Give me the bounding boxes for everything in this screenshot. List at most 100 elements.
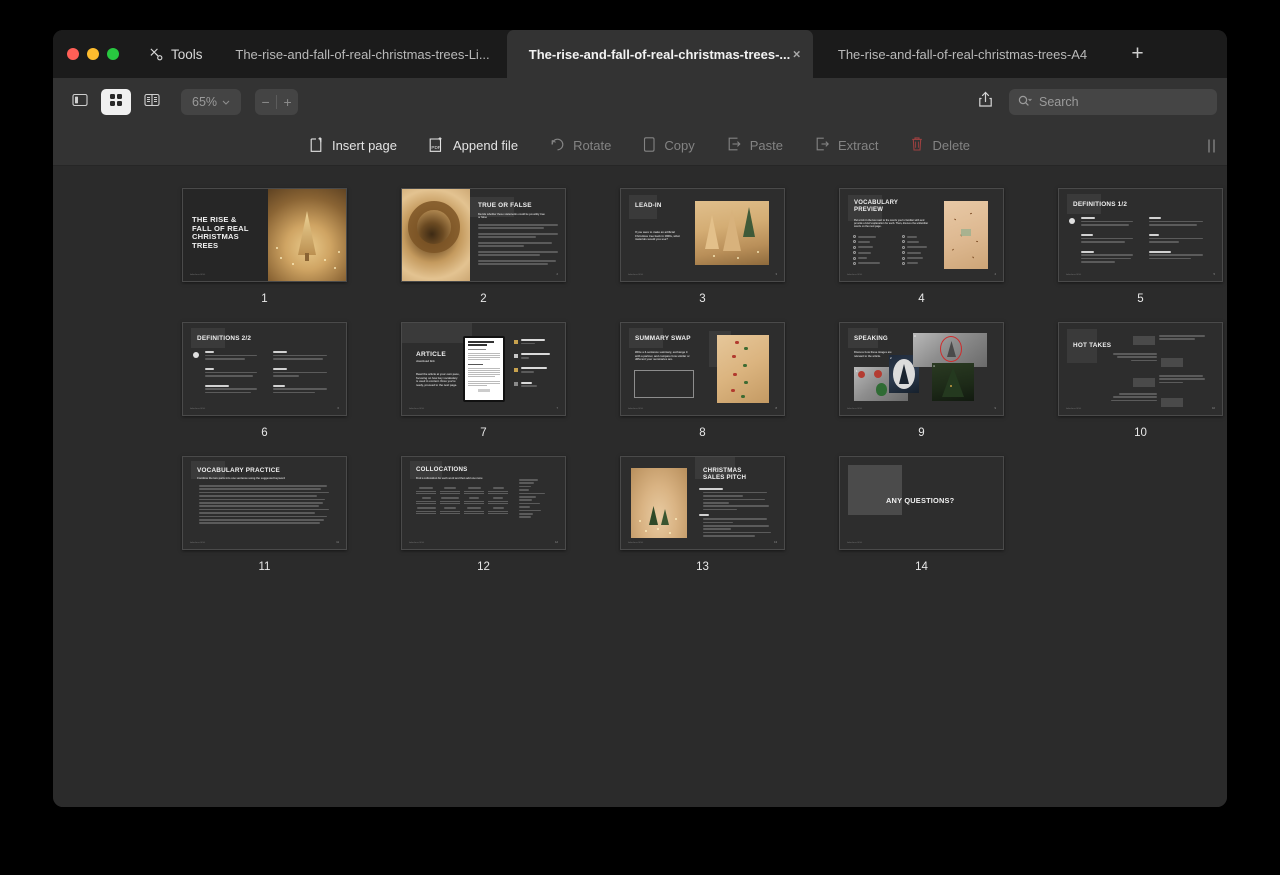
search-input[interactable]: Search (1039, 95, 1079, 109)
zoom-level-dropdown[interactable]: 65% (181, 89, 242, 115)
page-10-statement-2 (1109, 353, 1157, 363)
main-toolbar: 65% − + Search (53, 78, 1227, 126)
page-thumbnail-13[interactable]: CHRISTMAS SALES PITCH fabulous ESL 13 (620, 456, 785, 550)
page-cell-10[interactable]: HOT TAKES fabulous ESL 10 10 (1031, 322, 1227, 439)
minimize-window-button[interactable] (87, 48, 99, 60)
page-cell-13[interactable]: CHRISTMAS SALES PITCH fabulous ESL 13 13 (593, 456, 812, 573)
page-thumbnail-3[interactable]: LEAD-IN If you were to make an artificia… (620, 188, 785, 282)
page-thumbnail-9[interactable]: SPEAKING Discuss how these images are re… (839, 322, 1004, 416)
page-13-footer: fabulous ESL (628, 542, 644, 544)
page-thumbnail-10[interactable]: HOT TAKES fabulous ESL 10 (1058, 322, 1223, 416)
close-window-button[interactable] (67, 48, 79, 60)
extract-icon (815, 136, 830, 155)
page-7-title: ARTICLE (416, 351, 446, 358)
page-3-photo (695, 201, 769, 265)
page-thumbnail-7[interactable]: ARTICLE download link Read the article a… (401, 322, 566, 416)
page-cell-4[interactable]: VOCABULARY PREVIEW Put a tick in the box… (812, 188, 1031, 305)
tab-2[interactable]: The-rise-and-fall-of-real-christmas-tree… (813, 30, 1113, 78)
page-thumbnail-1[interactable]: THE RISE & FALL OF REAL CHRISTMAS TREES … (182, 188, 347, 282)
page-11-subtitle: Combine the two parts into one sentence … (197, 477, 285, 480)
share-button[interactable] (978, 91, 993, 113)
page-cell-12[interactable]: COLLOCATIONS Find a collocation for each… (374, 456, 593, 573)
page-cell-2[interactable]: TRUE OR FALSE Decide whether these state… (374, 188, 593, 305)
rotate-button[interactable]: Rotate (534, 136, 627, 155)
tab-1[interactable]: The-rise-and-fall-of-real-christmas-tree… (506, 30, 813, 78)
page-3-body: If you were to make an artificial Christ… (635, 231, 680, 242)
paste-button[interactable]: Paste (711, 136, 799, 155)
page-6-title: DEFINITIONS 2/2 (197, 335, 252, 342)
share-icon (978, 91, 993, 113)
insert-page-button[interactable]: Insert page (294, 136, 413, 156)
page-7-footer: fabulous ESL (409, 408, 425, 410)
page-11-footer: fabulous ESL (190, 542, 206, 544)
tab-1-close-icon[interactable]: × (793, 48, 801, 61)
page-10-statement-2-num (1161, 358, 1183, 367)
search-field[interactable]: Search (1009, 89, 1217, 115)
zoom-stepper[interactable]: − + (255, 89, 299, 115)
new-tab-button[interactable]: + (1113, 30, 1163, 78)
page-9-footer: fabulous ESL (847, 408, 863, 410)
page-11-title: VOCABULARY PRACTICE (197, 467, 280, 474)
maximize-window-button[interactable] (107, 48, 119, 60)
page-cell-9[interactable]: SPEAKING Discuss how these images are re… (812, 322, 1031, 439)
page-4-number-label: 4 (994, 273, 996, 276)
tools-button[interactable]: Tools (133, 30, 219, 78)
tab-0[interactable]: The-rise-and-fall-of-real-christmas-tree… (219, 30, 507, 78)
copy-label: Copy (664, 138, 695, 153)
page-number-10: 10 (1134, 427, 1147, 439)
page-cell-6[interactable]: DEFINITIONS 2/2 fabulous ESL 6 6 (155, 322, 374, 439)
page-number-12: 12 (477, 561, 490, 573)
page-12-collocation-grid (416, 487, 508, 514)
page-8-title: SUMMARY SWAP (635, 335, 691, 342)
page-12-title: COLLOCATIONS (416, 466, 468, 473)
page-14-accent-block (848, 465, 902, 515)
extract-button[interactable]: Extract (799, 136, 894, 155)
page-thumbnail-2[interactable]: TRUE OR FALSE Decide whether these state… (401, 188, 566, 282)
page-thumbnail-5[interactable]: DEFINITIONS 1/2 fabulous ESL 5 (1058, 188, 1223, 282)
sidebar-icon (72, 93, 88, 112)
page-10-statement-1 (1159, 335, 1207, 342)
append-file-button[interactable]: PDF Append file (413, 136, 534, 156)
page-number-6: 6 (261, 427, 268, 439)
page-thumbnail-8[interactable]: SUMMARY SWAP Write a 3-sentence summary,… (620, 322, 785, 416)
thumbnail-view-button[interactable] (101, 89, 131, 115)
page-10-footer: fabulous ESL (1066, 408, 1082, 410)
page-number-3: 3 (699, 293, 706, 305)
drag-grip-icon[interactable] (1208, 139, 1215, 152)
page-9-number-label: 9 (994, 407, 996, 410)
page-cell-1[interactable]: THE RISE & FALL OF REAL CHRISTMAS TREES … (155, 188, 374, 305)
page-thumbnail-4[interactable]: VOCABULARY PREVIEW Put a tick in the box… (839, 188, 1004, 282)
sidebar-toggle-button[interactable] (65, 89, 95, 115)
page-number-5: 5 (1137, 293, 1144, 305)
page-13-title: CHRISTMAS SALES PITCH (703, 467, 747, 481)
delete-label: Delete (932, 138, 971, 153)
page-4-title: VOCABULARY PREVIEW (854, 200, 899, 213)
zoom-out-button[interactable]: − (255, 94, 276, 110)
page-2-title: TRUE OR FALSE (478, 202, 532, 209)
page-10-number-label: 10 (1212, 407, 1215, 410)
page-view-button[interactable] (137, 89, 167, 115)
page-cell-7[interactable]: ARTICLE download link Read the article a… (374, 322, 593, 439)
zoom-in-button[interactable]: + (277, 94, 298, 110)
page-number-1: 1 (261, 293, 268, 305)
search-icon (1018, 95, 1033, 110)
page-thumbnail-11[interactable]: VOCABULARY PRACTICE Combine the two part… (182, 456, 347, 550)
tab-bar: Tools The-rise-and-fall-of-real-christma… (53, 30, 1227, 78)
page-cell-11[interactable]: VOCABULARY PRACTICE Combine the two part… (155, 456, 374, 573)
page-view-icon (144, 93, 160, 112)
page-5-column-1 (1081, 217, 1137, 265)
page-cell-8[interactable]: SUMMARY SWAP Write a 3-sentence summary,… (593, 322, 812, 439)
page-3-footer: fabulous ESL (628, 274, 644, 276)
page-thumbnail-14[interactable]: ANY QUESTIONS? fabulous ESL (839, 456, 1004, 550)
page-cell-5[interactable]: DEFINITIONS 1/2 fabulous ESL 5 5 (1031, 188, 1227, 305)
page-cell-3[interactable]: LEAD-IN If you were to make an artificia… (593, 188, 812, 305)
page-9-image-4: 4 (932, 363, 974, 401)
extract-label: Extract (837, 138, 879, 153)
page-cell-14[interactable]: ANY QUESTIONS? fabulous ESL 14 (812, 456, 1031, 573)
page-thumbnail-6[interactable]: DEFINITIONS 2/2 fabulous ESL 6 (182, 322, 347, 416)
page-thumbnail-area[interactable]: THE RISE & FALL OF REAL CHRISTMAS TREES … (53, 166, 1227, 807)
page-thumbnail-12[interactable]: COLLOCATIONS Find a collocation for each… (401, 456, 566, 550)
page-8-body: Write a 3-sentence summary, exchange it … (635, 351, 690, 362)
delete-button[interactable]: Delete (894, 136, 986, 155)
copy-button[interactable]: Copy (627, 136, 710, 156)
